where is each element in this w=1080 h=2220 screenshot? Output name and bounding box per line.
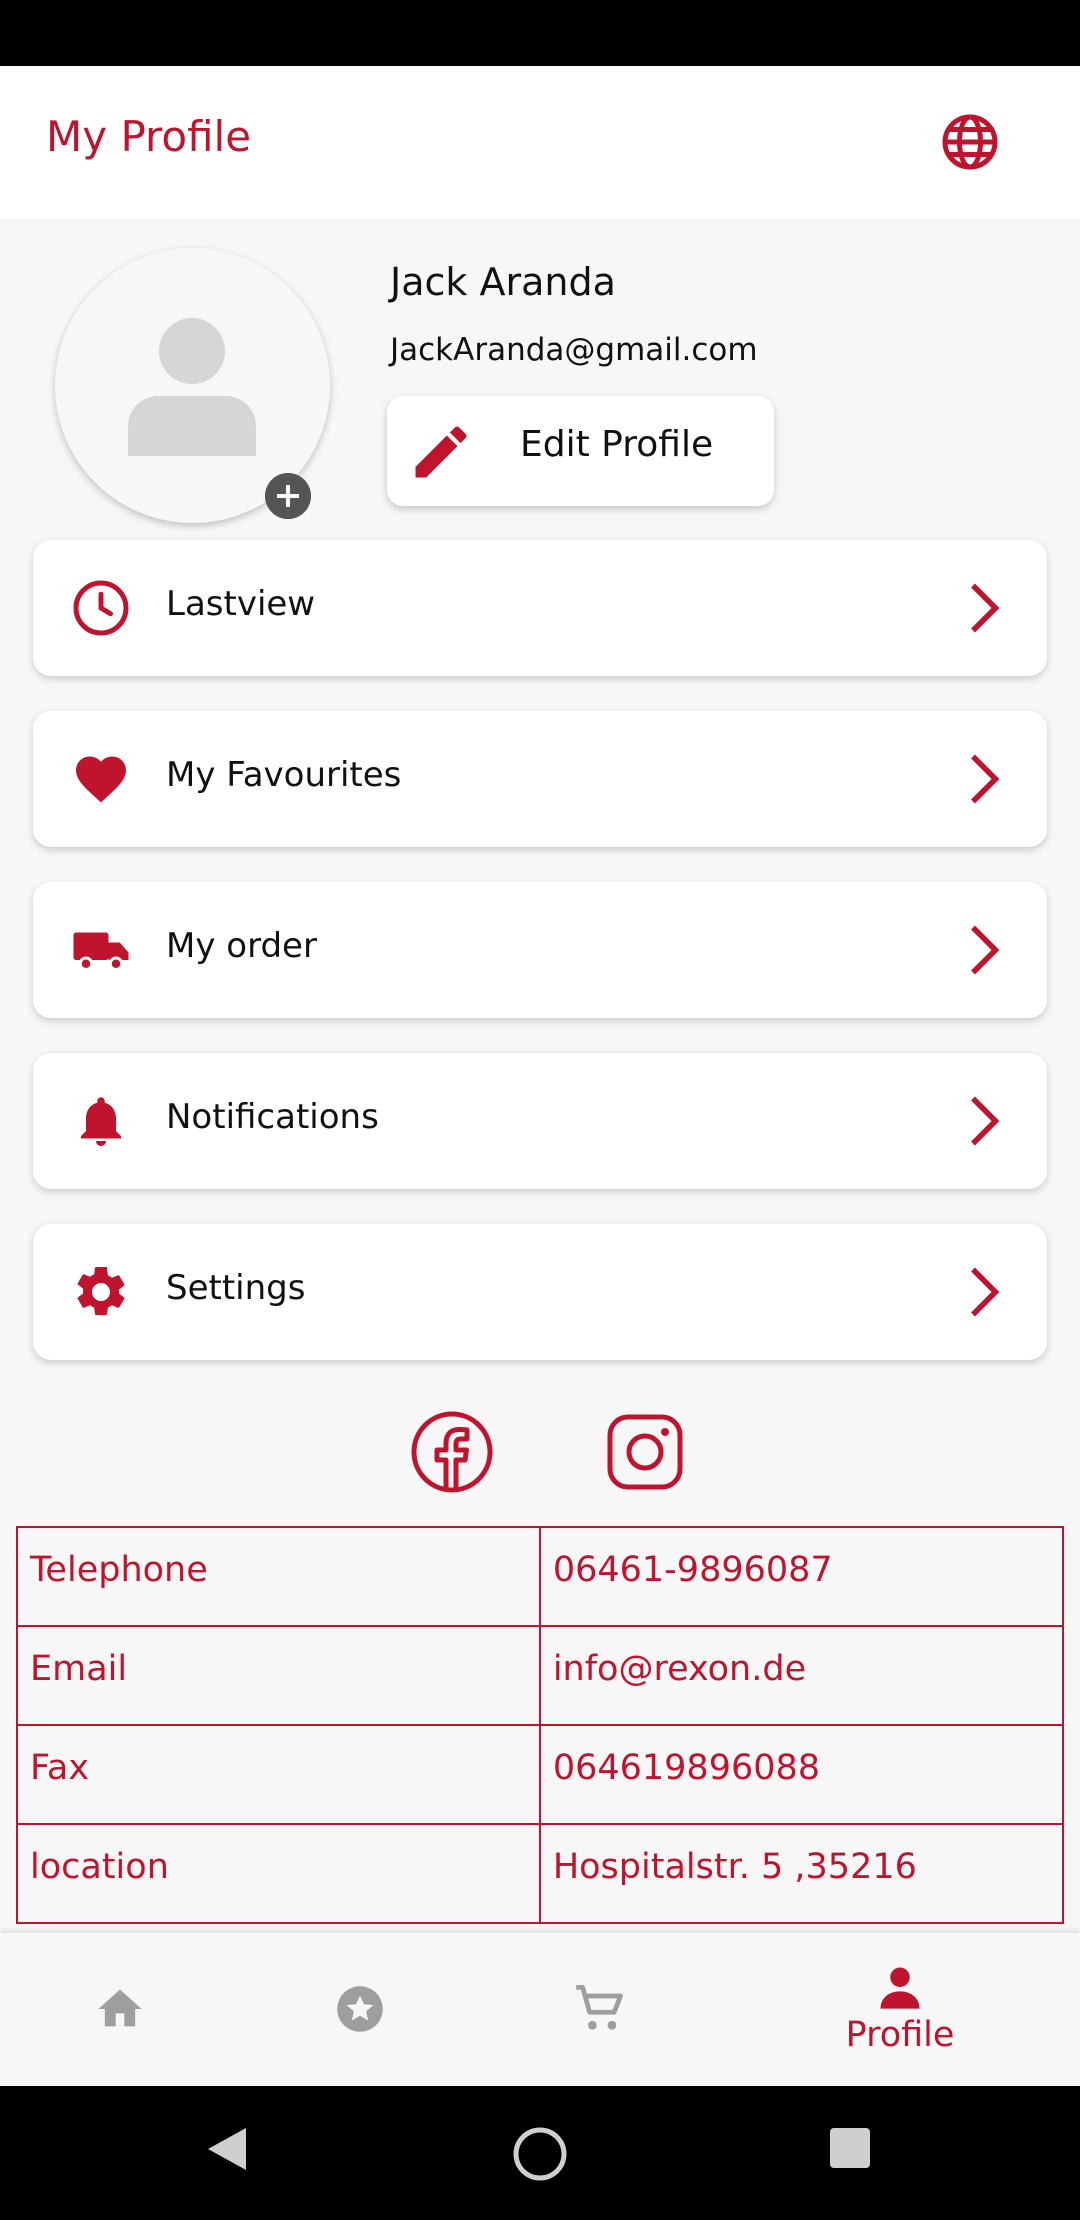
pencil-icon [415,426,467,478]
truck-icon [73,932,129,971]
gear-icon [77,1266,125,1316]
system-navigation-bar [0,2086,1080,2220]
status-bar [0,0,1080,66]
nav-cart[interactable] [550,1933,650,2086]
table-row: Telephone 06461-9896087 [16,1526,1065,1627]
bottom-navigation: Profile [0,1933,1080,2086]
chevron-right-icon [971,1096,1000,1146]
menu-item-settings[interactable]: Settings [33,1224,1047,1360]
home-icon [98,1989,142,2027]
menu-item-label: Lastview [166,584,316,624]
nav-favorites[interactable] [310,1933,410,2086]
edit-profile-label: Edit Profile [520,424,714,465]
back-icon[interactable] [204,2124,248,2174]
menu-item-lastview[interactable]: Lastview [33,540,1047,676]
person-icon [880,1967,920,2009]
contact-value[interactable]: info@rexon.de [538,1625,1065,1726]
contact-key: Fax [16,1724,541,1825]
contact-table: Telephone 06461-9896087 Email info@rexon… [16,1526,1065,1924]
user-name: Jack Aranda [390,260,616,304]
chevron-right-icon [971,754,1000,804]
nav-profile-label: Profile [845,2015,955,2055]
contact-key: Email [16,1625,541,1726]
contact-key: location [16,1823,541,1924]
table-row: Fax 064619896088 [16,1724,1065,1825]
chevron-right-icon [971,1267,1000,1317]
clock-icon [73,580,129,636]
app-bar: My Profile [0,66,1080,219]
menu-item-favourites[interactable]: My Favourites [33,711,1047,847]
contact-key: Telephone [16,1526,541,1627]
menu-item-label: Settings [166,1268,306,1308]
nav-profile[interactable]: Profile [800,1933,1000,2086]
chevron-right-icon [971,925,1000,975]
menu-item-label: Notifications [166,1097,379,1137]
edit-profile-button[interactable]: Edit Profile [387,396,774,506]
user-email: JackAranda@gmail.com [390,332,758,368]
menu-item-notifications[interactable]: Notifications [33,1053,1047,1189]
instagram-icon[interactable] [603,1410,687,1494]
home-button-icon[interactable] [510,2124,570,2184]
recents-icon[interactable] [828,2126,872,2170]
contact-value[interactable]: 06461-9896087 [538,1526,1065,1627]
table-row: Email info@rexon.de [16,1625,1065,1726]
contact-value[interactable]: 064619896088 [538,1724,1065,1825]
bell-icon [81,1097,121,1146]
heart-icon [76,756,126,803]
chevron-right-icon [971,583,1000,633]
contact-value[interactable]: Hospitalstr. 5 ,35216 [538,1823,1065,1924]
star-circle-icon [337,1986,383,2032]
page-title: My Profile [46,112,252,161]
menu-item-label: My order [166,926,317,966]
cart-icon [576,1984,623,2030]
facebook-icon[interactable] [410,1410,494,1494]
nav-home[interactable] [70,1933,170,2086]
globe-icon[interactable] [940,112,1000,172]
add-photo-icon[interactable] [265,473,311,519]
table-row: location Hospitalstr. 5 ,35216 [16,1823,1065,1924]
menu-item-my-order[interactable]: My order [33,882,1047,1018]
menu-item-label: My Favourites [166,755,402,795]
